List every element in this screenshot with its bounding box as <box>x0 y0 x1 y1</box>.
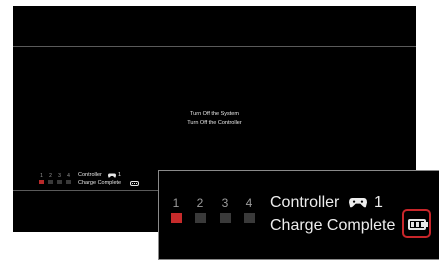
port-indicator-2 <box>48 180 53 184</box>
controller-status-zoom: 1 2 3 4 Controller 1 Charge Complete <box>158 170 439 260</box>
zoom-charge-status: Charge Complete <box>270 217 396 234</box>
controller-number: 1 <box>118 172 122 178</box>
charge-status: Charge Complete <box>78 180 122 186</box>
top-divider <box>13 46 416 47</box>
port-indicator-3 <box>57 180 62 184</box>
zoom-port-indicator-1 <box>171 213 182 223</box>
zoom-battery-icon <box>408 219 426 230</box>
controller-label: Controller <box>78 172 102 178</box>
port-indicator-4 <box>66 180 71 184</box>
battery-icon <box>130 181 139 186</box>
battery-terminal <box>426 222 428 227</box>
port-number-1: 1 <box>40 173 43 179</box>
zoom-gamepad-icon <box>349 198 367 208</box>
port-number-3: 3 <box>58 173 61 179</box>
menu-item-turn-off-controller[interactable]: Turn Off the Controller <box>13 120 416 127</box>
port-indicator-1 <box>39 180 44 184</box>
zoom-port-indicator-4 <box>244 213 255 223</box>
zoom-port-number-3: 3 <box>221 196 229 210</box>
zoom-port-number-1: 1 <box>172 196 180 210</box>
port-number-2: 2 <box>49 173 52 179</box>
port-number-4: 4 <box>67 173 70 179</box>
zoom-controller-number: 1 <box>374 194 383 211</box>
zoom-port-indicator-2 <box>195 213 206 223</box>
zoom-port-number-2: 2 <box>196 196 204 210</box>
zoom-controller-label: Controller <box>270 194 340 211</box>
gamepad-icon <box>108 173 116 178</box>
zoom-port-indicator-3 <box>220 213 231 223</box>
menu-item-turn-off-system[interactable]: Turn Off the System <box>13 111 416 118</box>
zoom-port-number-4: 4 <box>245 196 253 210</box>
